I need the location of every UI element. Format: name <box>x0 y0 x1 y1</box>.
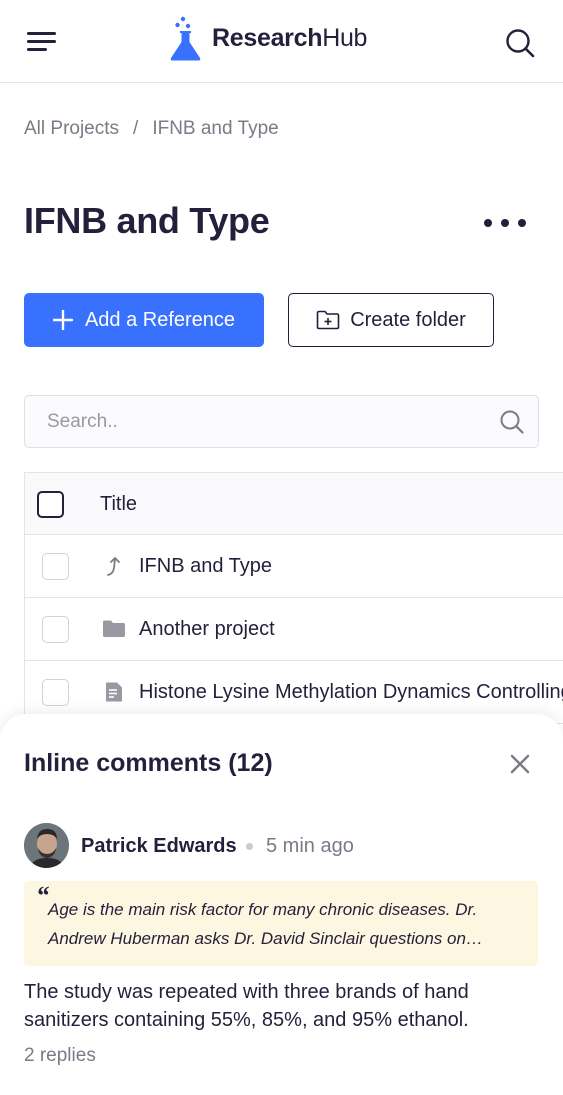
more-options-icon[interactable] <box>484 215 526 231</box>
comment-body: The study was repeated with three brands… <box>24 981 469 1031</box>
row-title: IFNB and Type <box>139 555 273 577</box>
select-all-checkbox[interactable] <box>37 491 64 518</box>
flask-icon <box>170 16 201 61</box>
search-input[interactable] <box>47 396 487 447</box>
arrow-up-icon <box>107 557 120 576</box>
top-navbar: ResearchHub <box>0 0 563 83</box>
row-title: Histone Lysine Methylation Dynamics Cont… <box>139 681 563 703</box>
table-header: Title <box>24 472 563 535</box>
replies-link[interactable]: 2 replies <box>24 1045 96 1067</box>
comment-timestamp: 5 min ago <box>266 835 354 857</box>
row-checkbox[interactable] <box>42 616 69 643</box>
table-row[interactable]: IFNB and Type <box>24 535 563 598</box>
researchhub-logo[interactable]: ResearchHub <box>169 14 367 62</box>
add-reference-button[interactable]: Add a Reference <box>24 293 264 347</box>
table-row[interactable]: Another project <box>24 598 563 661</box>
inline-comments-panel: Inline comments (12) Patrick Edwards 5 m… <box>0 714 563 1095</box>
row-checkbox[interactable] <box>42 679 69 706</box>
avatar-image <box>24 823 69 868</box>
document-icon <box>106 682 122 702</box>
search-icon[interactable] <box>499 409 525 435</box>
search-field <box>24 395 539 448</box>
quoted-highlight[interactable]: “ Age is the main risk factor for many c… <box>24 881 538 966</box>
row-checkbox[interactable] <box>42 553 69 580</box>
hamburger-menu-icon[interactable] <box>27 29 57 55</box>
folder-plus-icon <box>316 310 340 330</box>
breadcrumb-all-projects[interactable]: All Projects <box>24 118 119 140</box>
breadcrumb-separator: / <box>133 118 139 139</box>
add-reference-label: Add a Reference <box>84 308 236 331</box>
references-table: Title IFNB and Type Another project Hist… <box>24 472 563 724</box>
comment-author[interactable]: Patrick Edwards <box>81 835 237 858</box>
row-title: Another project <box>139 618 275 640</box>
breadcrumb: All Projects / IFNB and Type <box>24 118 279 140</box>
close-icon[interactable] <box>508 752 532 776</box>
plus-icon <box>52 310 73 330</box>
page-title: IFNB and Type <box>24 200 270 241</box>
breadcrumb-current[interactable]: IFNB and Type <box>152 118 278 140</box>
logo-text-hub: Hub <box>322 23 368 52</box>
create-folder-button[interactable]: Create folder <box>288 293 494 347</box>
create-folder-label: Create folder <box>350 308 466 331</box>
logo-text-research: Research <box>212 23 323 52</box>
separator-dot <box>246 843 253 850</box>
avatar[interactable] <box>24 823 69 868</box>
folder-icon <box>103 620 125 637</box>
search-icon[interactable] <box>504 27 536 59</box>
quoted-text: Age is the main risk factor for many chr… <box>48 900 483 948</box>
comments-panel-title: Inline comments (12) <box>24 749 273 777</box>
column-title-header[interactable]: Title <box>100 493 137 516</box>
